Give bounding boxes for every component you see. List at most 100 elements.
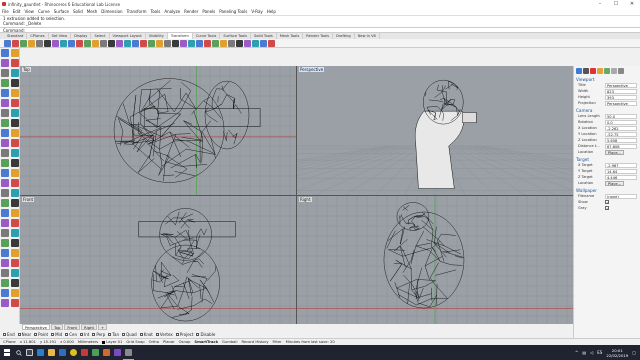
status-smarttrack[interactable]: SmartTrack [194, 340, 218, 344]
osnap-int[interactable]: Int [80, 332, 89, 337]
palette-tool-icon[interactable] [1, 99, 9, 107]
palette-tool-icon[interactable] [1, 199, 9, 207]
target-place-button[interactable]: Place... [605, 180, 624, 186]
toolbar-tool-icon[interactable] [244, 39, 251, 47]
osnap-perp[interactable]: Perp [92, 332, 105, 337]
palette-tool-icon[interactable] [11, 139, 19, 147]
palette-tool-icon[interactable] [1, 89, 9, 97]
osnap-cen[interactable]: Cen [65, 332, 77, 337]
start-button[interactable] [0, 345, 14, 360]
toolbar-tool-icon[interactable] [124, 39, 131, 47]
toolbar-tool-icon[interactable] [228, 39, 235, 47]
taskbar-app[interactable] [90, 345, 101, 360]
osnap-project[interactable]: Project [175, 332, 193, 337]
toolbar-tool-icon[interactable] [68, 39, 75, 47]
viewport-right-label[interactable]: Right [299, 197, 312, 202]
palette-tool-icon[interactable] [11, 119, 19, 127]
toolbar-tool-icon[interactable] [116, 39, 123, 47]
palette-tool-icon[interactable] [1, 159, 9, 167]
osnap-near[interactable]: Near [17, 332, 31, 337]
palette-tool-icon[interactable] [11, 229, 19, 237]
toolbar-tool-icon[interactable] [220, 39, 227, 47]
toolbar-tool-icon[interactable] [108, 39, 115, 47]
palette-tool-icon[interactable] [11, 129, 19, 137]
vp-tab-top[interactable]: Top [51, 324, 64, 330]
toolbar-tool-icon[interactable] [76, 39, 83, 47]
status-grid-snap[interactable]: Grid Snap [126, 340, 144, 344]
toolbar-tool-icon[interactable] [20, 39, 27, 47]
prop-value[interactable]: -2.262 [605, 125, 637, 131]
show-checkbox[interactable]: ✓ [605, 200, 609, 205]
taskbar-explorer[interactable] [46, 345, 57, 360]
toolbar-tool-icon[interactable] [212, 39, 219, 47]
toolbar-tool-icon[interactable] [92, 39, 99, 47]
palette-tool-icon[interactable] [11, 289, 19, 297]
palette-tool-icon[interactable] [11, 219, 19, 227]
minimize-button[interactable]: – [592, 0, 608, 8]
chevron-up-icon[interactable]: ^ [575, 350, 578, 355]
palette-tool-icon[interactable] [1, 139, 9, 147]
palette-tool-icon[interactable] [1, 279, 9, 287]
status-filter[interactable]: Filter [273, 340, 282, 344]
toolbar-tool-icon[interactable] [12, 39, 19, 47]
menu-vray[interactable]: V-Ray [251, 9, 262, 14]
palette-tool-icon[interactable] [1, 49, 9, 57]
toolbar-tool-icon[interactable] [4, 39, 11, 47]
osnap-vertex[interactable]: Vertex [155, 332, 173, 337]
palette-tool-icon[interactable] [1, 79, 9, 87]
taskbar-search[interactable] [14, 345, 24, 360]
palette-tool-icon[interactable] [1, 289, 9, 297]
toolbar-tool-icon[interactable] [180, 39, 187, 47]
palette-tool-icon[interactable] [11, 179, 19, 187]
maximize-button[interactable]: ☐ [608, 0, 624, 8]
osnap-knot[interactable]: Knot [139, 332, 153, 337]
osnap-end[interactable]: End [3, 332, 15, 337]
palette-tool-icon[interactable] [11, 99, 19, 107]
toolbar-tool-icon[interactable] [140, 39, 147, 47]
vp-tab-right[interactable]: Right [81, 324, 98, 330]
status-cplane[interactable]: CPlane [3, 340, 16, 344]
vp-tab-add[interactable]: + [98, 324, 108, 330]
palette-tool-icon[interactable] [1, 209, 9, 217]
toolbar-tool-icon[interactable] [44, 39, 51, 47]
toolbar-tool-icon[interactable] [132, 39, 139, 47]
menu-view[interactable]: View [24, 9, 34, 14]
toolbar-tool-icon[interactable] [188, 39, 195, 47]
palette-tool-icon[interactable] [11, 59, 19, 67]
palette-tool-icon[interactable] [11, 169, 19, 177]
palette-tool-icon[interactable] [11, 69, 19, 77]
osnap-tan[interactable]: Tan [108, 332, 119, 337]
menu-dimension[interactable]: Dimension [101, 9, 122, 14]
palette-tool-icon[interactable] [1, 149, 9, 157]
prop-value[interactable]: 14.64 [605, 168, 637, 174]
palette-tool-icon[interactable] [1, 109, 9, 117]
palette-tool-icon[interactable] [1, 249, 9, 257]
osnap-quad[interactable]: Quad [122, 332, 137, 337]
toolbar-tool-icon[interactable] [60, 39, 67, 47]
palette-tool-icon[interactable] [11, 49, 19, 57]
palette-tool-icon[interactable] [11, 259, 19, 267]
palette-tool-icon[interactable] [11, 269, 19, 277]
palette-tool-icon[interactable] [11, 279, 19, 287]
prop-value[interactable]: 393 [605, 94, 637, 100]
prop-value[interactable]: -52.75 [605, 131, 637, 137]
viewport-top-label[interactable]: Top [22, 67, 31, 72]
status-ortho[interactable]: Ortho [149, 340, 159, 344]
palette-tool-icon[interactable] [11, 209, 19, 217]
taskbar-edge[interactable] [35, 345, 46, 360]
clock[interactable]: 20:01 22/02/2019 [606, 348, 628, 358]
gray-checkbox[interactable]: ✓ [605, 206, 609, 211]
palette-tool-icon[interactable] [1, 119, 9, 127]
toolbar-tool-icon[interactable] [260, 39, 267, 47]
menu-render[interactable]: Render [184, 9, 198, 14]
status-units[interactable]: Millimeters [78, 340, 98, 344]
environment-icon[interactable] [604, 68, 610, 74]
prop-value[interactable]: Perspective [605, 82, 637, 88]
prop-value[interactable]: 0.0 [605, 119, 637, 125]
osnap-mid[interactable]: Mid [51, 332, 62, 337]
close-button[interactable]: ✕ [624, 0, 640, 8]
menu-mesh[interactable]: Mesh [87, 9, 98, 14]
toolbar-tool-icon[interactable] [196, 39, 203, 47]
palette-tool-icon[interactable] [1, 299, 9, 307]
toolbar-tool-icon[interactable] [84, 39, 91, 47]
